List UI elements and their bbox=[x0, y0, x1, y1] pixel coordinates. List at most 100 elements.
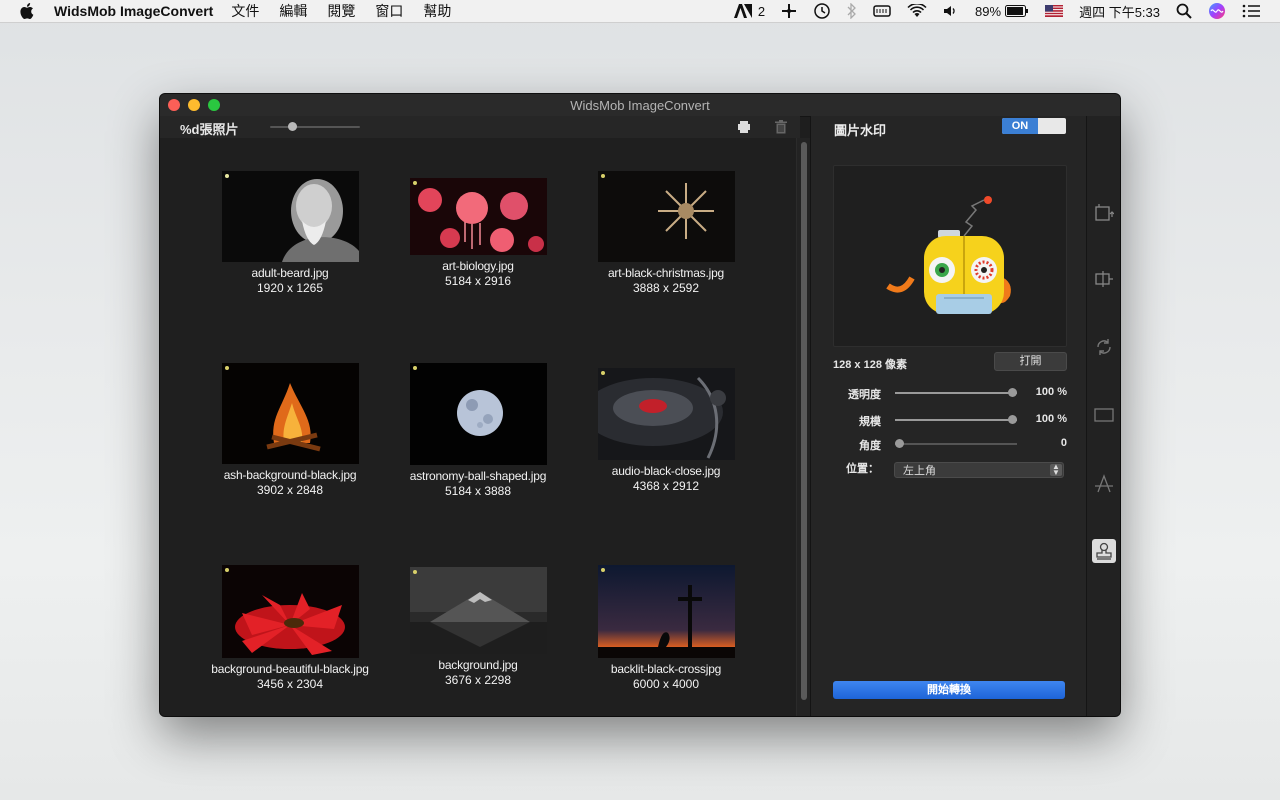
rotate-icon[interactable] bbox=[1092, 335, 1116, 359]
start-convert-button[interactable]: 開始轉換 bbox=[833, 681, 1065, 699]
file-name: audio-black-close.jpg bbox=[611, 464, 721, 478]
file-name: astronomy-ball-shaped.jpg bbox=[409, 469, 547, 483]
thumbnail-item[interactable]: ash-background-black.jpg 3902 x 2848 bbox=[200, 363, 380, 498]
wifi-icon[interactable] bbox=[907, 0, 927, 22]
file-dimensions: 4368 x 2912 bbox=[632, 479, 700, 493]
file-dimensions: 6000 x 4000 bbox=[632, 677, 700, 691]
us-flag-icon[interactable] bbox=[1045, 0, 1064, 22]
menu-file[interactable]: 文件 bbox=[231, 1, 259, 21]
status-dot bbox=[412, 366, 417, 370]
time-machine-icon[interactable] bbox=[813, 0, 831, 22]
thumbnail-image[interactable] bbox=[597, 368, 735, 460]
app-menu[interactable]: WidsMob ImageConvert bbox=[54, 3, 213, 19]
thumbnail-image[interactable] bbox=[409, 363, 547, 465]
status-dot bbox=[224, 366, 229, 370]
volume-icon[interactable] bbox=[943, 0, 959, 22]
adobe-icon[interactable]: 2 bbox=[733, 0, 766, 22]
status-dot bbox=[412, 570, 417, 574]
robot-watermark-image bbox=[886, 196, 1011, 314]
position-label: 位置： bbox=[846, 463, 879, 475]
notification-center-icon[interactable] bbox=[1242, 0, 1260, 22]
trash-icon[interactable] bbox=[775, 120, 787, 139]
thumbnail-item[interactable]: art-black-christmas.jpg 3888 x 2592 bbox=[576, 171, 756, 296]
scale-slider-fill bbox=[895, 419, 1017, 421]
angle-slider[interactable] bbox=[895, 439, 1017, 448]
thumbnail-image[interactable] bbox=[597, 565, 735, 658]
watermark-preview bbox=[833, 165, 1067, 347]
file-dimensions: 5184 x 3888 bbox=[444, 484, 512, 498]
thumbnail-image[interactable] bbox=[597, 171, 735, 262]
scale-slider-knob[interactable] bbox=[1008, 415, 1017, 424]
apple-menu-icon[interactable] bbox=[20, 3, 34, 19]
angle-slider-knob[interactable] bbox=[895, 439, 904, 448]
menu-bar: WidsMob ImageConvert 文件 編輯 閱覽 窗口 幫助 2 89… bbox=[0, 0, 1280, 23]
watermark-panel: 圖片水印 ON 128 x 128 像素 打開 透明度 100 % 規模 100… bbox=[810, 116, 1087, 716]
thumbnail-grid[interactable]: adult-beard.jpg 1920 x 1265 art-biology.… bbox=[160, 138, 796, 716]
menu-view[interactable]: 閱覽 bbox=[327, 1, 355, 21]
status-dot bbox=[224, 568, 229, 572]
opacity-slider-fill bbox=[895, 392, 1017, 394]
file-name: background.jpg bbox=[438, 658, 518, 672]
battery-status[interactable]: 89% bbox=[975, 0, 1029, 22]
thumbnail-image[interactable] bbox=[221, 565, 359, 658]
clock[interactable]: 週四 下午5:33 bbox=[1079, 0, 1160, 22]
file-name: art-biology.jpg bbox=[442, 259, 514, 273]
position-select[interactable]: 左上角 ▲ ▼ bbox=[894, 462, 1064, 478]
battery-percent: 89% bbox=[975, 3, 1002, 19]
app-window: WidsMob ImageConvert %d張照片 adult-beard.j… bbox=[160, 94, 1120, 716]
thumbnail-item[interactable]: background-beautiful-black.jpg 3456 x 23… bbox=[200, 565, 380, 692]
opacity-slider-knob[interactable] bbox=[1008, 388, 1017, 397]
watermark-toggle[interactable]: ON bbox=[1002, 118, 1066, 134]
thumbnail-image[interactable] bbox=[221, 171, 359, 262]
grid-scrollbar[interactable] bbox=[796, 138, 811, 716]
thumbnail-item[interactable]: art-biology.jpg 5184 x 2916 bbox=[388, 178, 568, 289]
thumbnail-item[interactable]: audio-black-close.jpg 4368 x 2912 bbox=[576, 368, 756, 494]
position-selected-value: 左上角 bbox=[903, 465, 936, 477]
file-dimensions: 3676 x 2298 bbox=[444, 673, 512, 687]
menu-window[interactable]: 窗口 bbox=[375, 1, 403, 21]
photo-count-label: %d張照片 bbox=[180, 122, 239, 137]
thumbnail-item[interactable]: astronomy-ball-shaped.jpg 5184 x 3888 bbox=[388, 363, 568, 499]
open-image-button[interactable]: 打開 bbox=[994, 352, 1067, 371]
keyboard-icon[interactable] bbox=[873, 0, 891, 22]
border-icon[interactable] bbox=[1092, 403, 1116, 427]
opacity-value: 100 % bbox=[1035, 386, 1067, 398]
thumbnail-image[interactable] bbox=[221, 363, 359, 464]
image-pixel-size: 128 x 128 像素 bbox=[833, 359, 907, 371]
status-dot bbox=[600, 568, 605, 572]
resize-icon[interactable] bbox=[1092, 267, 1116, 291]
thumbnail-size-slider[interactable] bbox=[270, 126, 360, 128]
spotlight-search-icon[interactable] bbox=[1176, 0, 1192, 22]
panel-title: 圖片水印 bbox=[834, 123, 887, 138]
image-watermark-icon[interactable] bbox=[1092, 539, 1116, 563]
adobe-count: 2 bbox=[757, 3, 766, 19]
scale-value: 100 % bbox=[1035, 413, 1067, 425]
title-bar[interactable]: WidsMob ImageConvert bbox=[160, 94, 1120, 117]
thumbnail-image[interactable] bbox=[409, 567, 547, 654]
print-icon[interactable] bbox=[738, 120, 750, 139]
scrollbar-thumb[interactable] bbox=[801, 142, 807, 700]
file-name: background-beautiful-black.jpg bbox=[211, 662, 369, 676]
scale-slider[interactable] bbox=[895, 415, 1017, 424]
thumbnail-item[interactable]: adult-beard.jpg 1920 x 1265 bbox=[200, 171, 380, 296]
file-dimensions: 5184 x 2916 bbox=[444, 274, 512, 288]
menu-edit[interactable]: 編輯 bbox=[279, 1, 307, 21]
text-watermark-icon[interactable] bbox=[1092, 472, 1116, 496]
thumbnail-size-knob[interactable] bbox=[287, 122, 297, 131]
toggle-on-label: ON bbox=[1002, 118, 1038, 134]
bluetooth-icon[interactable] bbox=[847, 0, 857, 22]
select-arrows-icon: ▲ ▼ bbox=[1050, 463, 1062, 477]
file-name: ash-background-black.jpg bbox=[223, 468, 357, 482]
thumbnail-item[interactable]: background.jpg 3676 x 2298 bbox=[388, 567, 568, 688]
file-name: backlit-black-crossjpg bbox=[610, 662, 722, 676]
siri-icon[interactable] bbox=[1208, 0, 1226, 22]
status-dot bbox=[600, 174, 605, 178]
status-dot bbox=[412, 181, 417, 185]
opacity-slider[interactable] bbox=[895, 388, 1017, 397]
menu-help[interactable]: 幫助 bbox=[423, 1, 451, 21]
thumbnail-item[interactable]: backlit-black-crossjpg 6000 x 4000 bbox=[576, 565, 756, 692]
status-dot bbox=[600, 371, 605, 375]
crop-icon[interactable] bbox=[1092, 200, 1116, 224]
thumbnail-image[interactable] bbox=[409, 178, 547, 255]
fan-icon[interactable] bbox=[781, 0, 797, 22]
